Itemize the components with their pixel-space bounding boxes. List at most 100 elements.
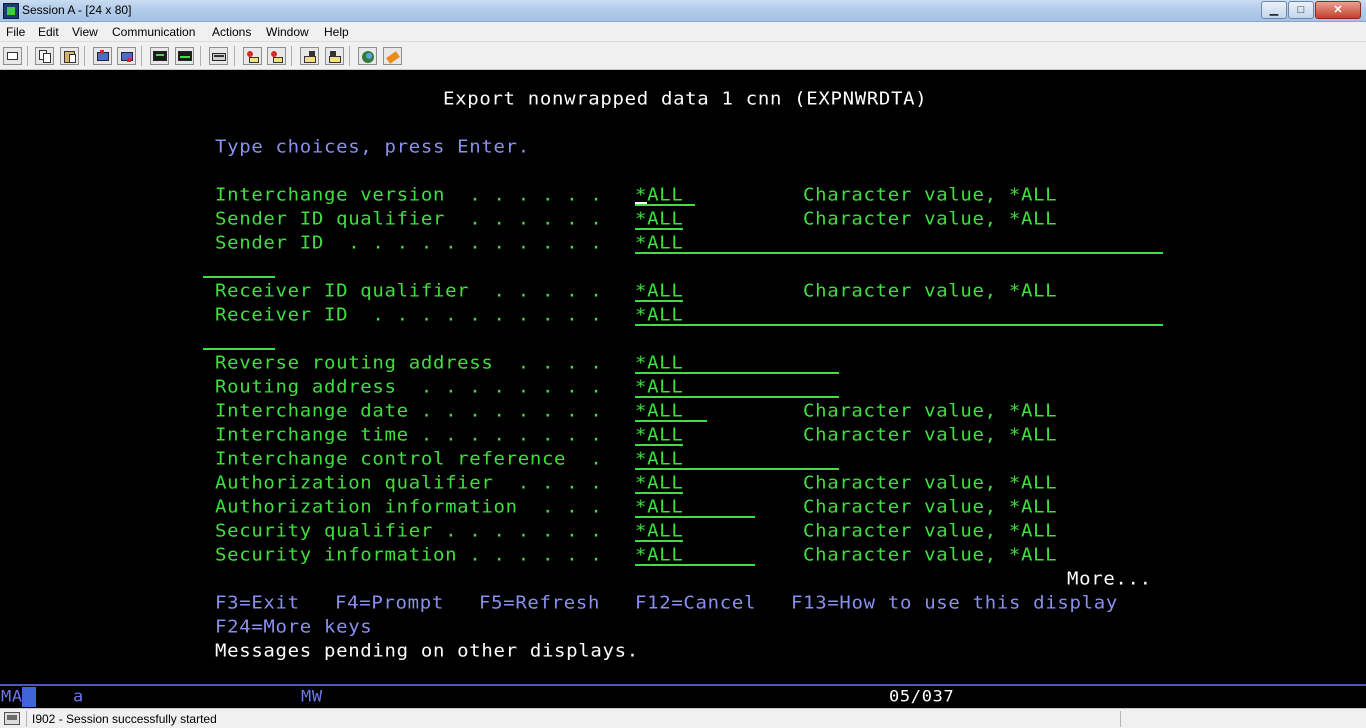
oia-session-letter: a	[73, 687, 84, 707]
field-underline	[635, 540, 683, 542]
field-underline	[635, 228, 683, 230]
stop-macro-icon[interactable]	[300, 47, 319, 65]
field-input-authorization-qualifier[interactable]: *ALL	[635, 473, 683, 494]
minimize-button[interactable]: ▁	[1261, 1, 1287, 19]
field-label-authorization-information: Authorization information . . .	[215, 496, 603, 518]
message-line: Messages pending on other displays.	[215, 640, 639, 662]
field-input-security-qualifier[interactable]: *ALL	[635, 521, 683, 542]
toolbar-separator	[141, 46, 142, 66]
fkey-f3-exit[interactable]: F3=Exit	[215, 593, 300, 614]
field-input-reverse-routing-address[interactable]: *ALL	[635, 353, 683, 374]
copy-icon[interactable]	[35, 47, 54, 65]
oia-highlight	[22, 687, 36, 707]
customize-icon[interactable]	[358, 47, 377, 65]
oia-ma-indicator: MA	[0, 686, 36, 708]
help-icon[interactable]	[383, 47, 402, 65]
field-label-interchange-time: Interchange time . . . . . . . .	[215, 424, 603, 446]
field-input-authorization-information[interactable]: *ALL	[635, 497, 683, 518]
toolbar-separator	[291, 46, 292, 66]
field-hint: Character value, *ALL	[803, 424, 1058, 446]
menu-actions[interactable]: Actions	[212, 25, 251, 39]
field-hint: Character value, *ALL	[803, 520, 1058, 542]
field-label-security-qualifier: Security qualifier . . . . . . .	[215, 520, 603, 542]
field-hint: Character value, *ALL	[803, 544, 1058, 566]
status-divider	[1120, 711, 1121, 727]
field-input-security-information[interactable]: *ALL	[635, 545, 683, 566]
text-cursor	[635, 202, 647, 204]
field-input-interchange-time[interactable]: *ALL	[635, 425, 683, 446]
terminal-screen[interactable]: Export nonwrapped data 1 cnn (EXPNWRDTA)…	[0, 70, 1366, 684]
play-macro-icon[interactable]	[267, 47, 286, 65]
toolbar	[0, 42, 1366, 70]
field-input-receiver-id[interactable]: *ALL	[635, 305, 683, 326]
more-indicator: More...	[1067, 568, 1152, 590]
receive-icon[interactable]	[117, 47, 136, 65]
menu-edit[interactable]: Edit	[38, 25, 59, 39]
instruction-text: Type choices, press Enter.	[215, 136, 530, 158]
field-input-interchange-date[interactable]: *ALL	[635, 401, 683, 422]
title-bar: Session A - [24 x 80] ▁ □ ✕	[0, 0, 1366, 22]
field-label-sender-id: Sender ID . . . . . . . . . . .	[215, 232, 603, 254]
field-underline	[635, 396, 839, 398]
paste-icon[interactable]	[60, 47, 79, 65]
operator-information-area: MA a MW 05/037	[0, 686, 1366, 708]
field-hint: Character value, *ALL	[803, 472, 1058, 494]
record-macro-icon[interactable]	[243, 47, 262, 65]
field-underline	[635, 420, 707, 422]
oia-mode: MW	[301, 687, 323, 707]
oia-cursor-position: 05/037	[889, 687, 955, 707]
toolbar-separator	[234, 46, 235, 66]
field-label-interchange-version: Interchange version . . . . . .	[215, 184, 603, 206]
fkey-f4-prompt[interactable]: F4=Prompt	[335, 593, 444, 614]
field-label-receiver-id-qualifier: Receiver ID qualifier . . . . .	[215, 280, 603, 302]
field-hint: Character value, *ALL	[803, 400, 1058, 422]
field-label-routing-address: Routing address . . . . . . . .	[215, 376, 603, 398]
field-label-sender-id-qualifier: Sender ID qualifier . . . . . .	[215, 208, 603, 230]
field-label-interchange-control-reference: Interchange control reference .	[215, 448, 603, 470]
field-input-sender-id[interactable]: *ALL	[635, 233, 683, 254]
keyboard-icon[interactable]	[175, 47, 194, 65]
field-underline	[635, 204, 695, 206]
maximize-button[interactable]: □	[1288, 1, 1314, 19]
page-title: Export nonwrapped data 1 cnn (EXPNWRDTA)	[443, 88, 928, 110]
menu-view[interactable]: View	[72, 25, 98, 39]
field-input-sender-id-qualifier[interactable]: *ALL	[635, 209, 683, 230]
field-underline	[635, 324, 1163, 326]
connection-icon	[4, 712, 20, 725]
field-underline	[635, 252, 1163, 254]
field-input-routing-address[interactable]: *ALL	[635, 377, 683, 398]
field-underline	[635, 564, 755, 566]
display-icon[interactable]	[150, 47, 169, 65]
send-icon[interactable]	[93, 47, 112, 65]
field-underline	[635, 516, 755, 518]
fkey-f24-more-keys[interactable]: F24=More keys	[215, 617, 372, 638]
close-button[interactable]: ✕	[1315, 1, 1361, 19]
field-label-interchange-date: Interchange date . . . . . . . .	[215, 400, 603, 422]
macro-icon[interactable]	[209, 47, 228, 65]
menu-help[interactable]: Help	[324, 25, 349, 39]
menu-bar: File Edit View Communication Actions Win…	[0, 22, 1366, 42]
field-hint: Character value, *ALL	[803, 184, 1058, 206]
field-underline-continuation[interactable]	[203, 348, 275, 350]
toolbar-separator	[27, 46, 28, 66]
menu-communication[interactable]: Communication	[112, 25, 195, 39]
field-hint: Character value, *ALL	[803, 208, 1058, 230]
support-icon[interactable]	[325, 47, 344, 65]
field-hint: Character value, *ALL	[803, 280, 1058, 302]
field-label-security-information: Security information . . . . . .	[215, 544, 603, 566]
fkey-f12-cancel[interactable]: F12=Cancel	[635, 593, 756, 614]
menu-file[interactable]: File	[6, 25, 25, 39]
field-label-authorization-qualifier: Authorization qualifier . . . .	[215, 472, 603, 494]
toolbar-separator	[349, 46, 350, 66]
fkey-f5-refresh[interactable]: F5=Refresh	[479, 593, 600, 614]
window-title: Session A - [24 x 80]	[22, 3, 132, 17]
session-app-icon[interactable]	[3, 3, 19, 19]
print-screen-icon[interactable]	[3, 47, 22, 65]
menu-window[interactable]: Window	[266, 25, 309, 39]
field-underline-continuation[interactable]	[203, 276, 275, 278]
fkey-f13-help[interactable]: F13=How to use this display	[791, 593, 1118, 614]
field-underline	[635, 468, 839, 470]
field-input-receiver-id-qualifier[interactable]: *ALL	[635, 281, 683, 302]
field-input-interchange-control-reference[interactable]: *ALL	[635, 449, 683, 470]
field-underline	[635, 300, 683, 302]
